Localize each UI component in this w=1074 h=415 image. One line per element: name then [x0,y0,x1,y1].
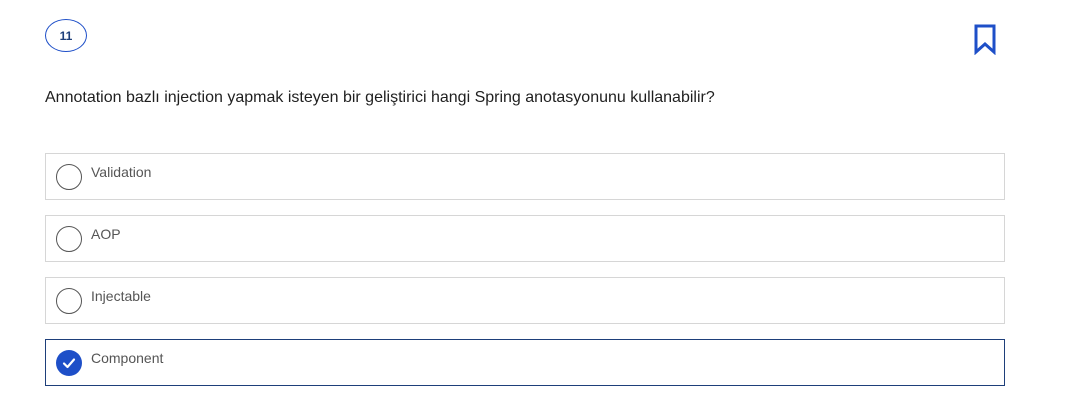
option-label: Component [91,350,164,366]
radio-button[interactable] [56,226,82,252]
option-injectable[interactable]: Injectable [45,277,1005,324]
option-label: AOP [91,226,121,242]
radio-button-checked[interactable] [56,350,82,376]
question-number: 11 [59,28,73,43]
radio-button[interactable] [56,164,82,190]
option-component[interactable]: Component [45,339,1005,386]
option-label: Validation [91,164,152,180]
option-validation[interactable]: Validation [45,153,1005,200]
question-number-badge: 11 [45,19,87,52]
bookmark-button[interactable] [970,22,1000,56]
option-aop[interactable]: AOP [45,215,1005,262]
bookmark-icon [974,24,996,55]
question-text: Annotation bazlı injection yapmak isteye… [45,89,715,106]
option-label: Injectable [91,288,151,304]
check-icon [62,358,76,369]
radio-button[interactable] [56,288,82,314]
